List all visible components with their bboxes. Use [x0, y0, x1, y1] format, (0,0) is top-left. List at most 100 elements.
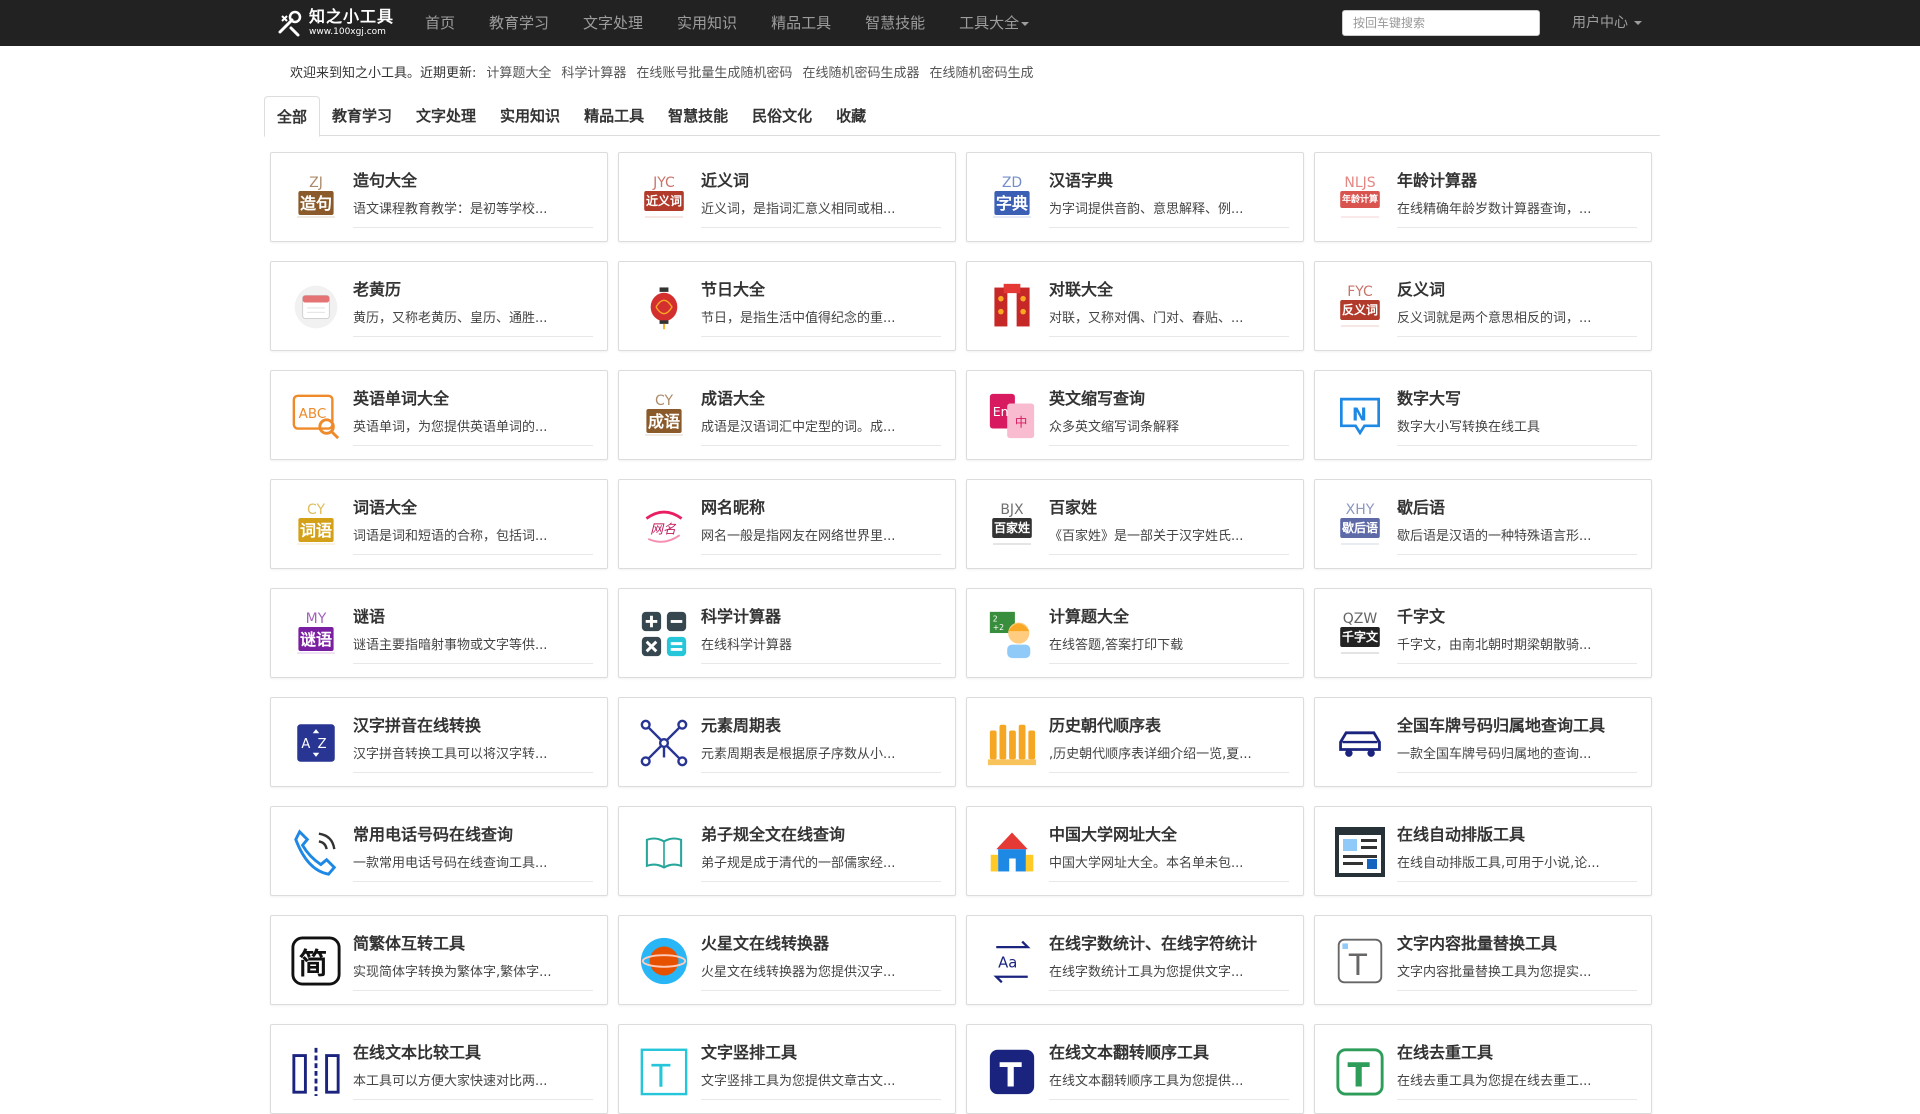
tool-card[interactable]: ABC 英语单词大全 英语单词，为您提供英语单词的... [270, 370, 608, 460]
svg-text:N: N [1352, 405, 1367, 425]
card-divider [701, 990, 941, 991]
tool-card[interactable]: JYC 近义词 近义词 近义词，是指词汇意义相同或相... [618, 152, 956, 242]
nav-item-0[interactable]: 首页 [408, 0, 472, 46]
text-t-icon: T [1333, 934, 1387, 988]
notice-link[interactable]: 在线随机密码生成器 [802, 62, 919, 81]
svg-text:ABC: ABC [299, 406, 327, 422]
tool-card[interactable]: MY 谜语 谜语 谜语主要指暗射事物或文字等供... [270, 588, 608, 678]
tool-title: 在线字数统计、在线字符统计 [1049, 934, 1258, 953]
card-divider [701, 1099, 941, 1100]
tool-card[interactable]: 历史朝代顺序表 ,历史朝代顺序表详细介绍一览,夏... [966, 697, 1304, 787]
tool-card[interactable]: 在线自动排版工具 在线自动排版工具,可用于小说,论... [1314, 806, 1652, 896]
notice-link[interactable]: 在线账号批量生成随机密码 [636, 62, 792, 81]
notice-link[interactable]: 在线随机密码生成 [929, 62, 1033, 81]
abc-search-icon: ABC [289, 389, 343, 443]
tool-card[interactable]: A Z 汉字拼音在线转换 汉字拼音转换工具可以将汉字转... [270, 697, 608, 787]
tool-title: 火星文在线转换器 [701, 934, 830, 953]
tool-card[interactable]: 火星文在线转换器 火星文在线转换器为您提供汉字... [618, 915, 956, 1005]
card-divider [701, 554, 941, 555]
nav-item-3[interactable]: 实用知识 [660, 0, 754, 46]
svg-text:Aa: Aa [998, 954, 1017, 971]
tool-card[interactable]: 在线文本比较工具 本工具可以方便大家快速对比两... [270, 1024, 608, 1114]
tool-card[interactable]: 弟子规全文在线查询 弟子规是成于清代的一部儒家经... [618, 806, 956, 896]
tool-card[interactable]: FYC 反义词 反义词 反义词就是两个意思相反的词，... [1314, 261, 1652, 351]
phone-icon [289, 825, 343, 879]
tool-description: ,历史朝代顺序表详细介绍一览,夏... [1049, 747, 1252, 762]
nav-item-6[interactable]: 工具大全 [942, 0, 1046, 46]
tab-3[interactable]: 实用知识 [488, 96, 572, 136]
notice-link[interactable]: 计算题大全 [486, 62, 551, 81]
tool-card[interactable]: 老黄历 黄历，又称老黄历、皇历、通胜... [270, 261, 608, 351]
tab-7[interactable]: 收藏 [824, 96, 878, 136]
tool-card[interactable]: 科学计算器 在线科学计算器 [618, 588, 956, 678]
card-divider [1397, 990, 1637, 991]
nav-item-1[interactable]: 教育学习 [472, 0, 566, 46]
xiehouyu-icon: XHY 歇后语 [1333, 498, 1387, 552]
tool-card[interactable]: Aa 在线字数统计、在线字符统计 在线字数统计工具为您提供文字... [966, 915, 1304, 1005]
tab-2[interactable]: 文字处理 [404, 96, 488, 136]
tool-card[interactable]: T 在线去重工具 在线去重工具为您提在线去重工... [1314, 1024, 1652, 1114]
svg-text:年龄计算: 年龄计算 [1342, 193, 1378, 205]
card-divider [353, 554, 593, 555]
tool-title: 常用电话号码在线查询 [353, 825, 514, 844]
card-divider [353, 881, 593, 882]
tool-card[interactable]: XHY 歇后语 歇后语 歇后语是汉语的一种特殊语言形... [1314, 479, 1652, 569]
tool-card[interactable]: ZJ 造句 造句大全 语文课程教育教学：是初等学校... [270, 152, 608, 242]
wangming-icon: 网名 [637, 498, 691, 552]
tool-card[interactable]: 元素周期表 元素周期表是根据原子序数从小... [618, 697, 956, 787]
site-logo[interactable]: 知之小工具 www.100xgj.com [274, 6, 394, 40]
card-divider [353, 772, 593, 773]
tool-card[interactable]: 节日大全 节日，是指生活中值得纪念的重... [618, 261, 956, 351]
baijiaxing-icon: BJX 百家姓 [985, 498, 1039, 552]
tool-grid: ZJ 造句 造句大全 语文课程教育教学：是初等学校... JYC 近义词 近义词 近义词，是指… [270, 152, 1652, 1114]
tool-description: 文字内容批量替换工具为您提实... [1397, 965, 1592, 980]
tab-1[interactable]: 教育学习 [320, 96, 404, 136]
timeline-icon [985, 716, 1039, 770]
tool-card[interactable]: ZD 字典 汉语字典 为字词提供音韵、意思解释、例... [966, 152, 1304, 242]
tab-4[interactable]: 精品工具 [572, 96, 656, 136]
tool-card[interactable]: 简 简繁体互转工具 实现简体字转换为繁体字,繁体字... [270, 915, 608, 1005]
search-input[interactable] [1342, 10, 1540, 36]
fanyici-icon: FYC 反义词 [1333, 280, 1387, 334]
tool-description: 弟子规是成于清代的一部儒家经... [701, 856, 896, 871]
tool-description: 网名一般是指网友在网络世界里... [701, 529, 896, 544]
tool-card[interactable]: BJX 百家姓 百家姓 《百家姓》是一部关于汉字姓氏... [966, 479, 1304, 569]
tool-card[interactable]: 网名 网名昵称网名一般是指网友在网络世界里... [618, 479, 956, 569]
tool-card[interactable]: En 中 英文缩写查询 众多英文缩写词条解释 [966, 370, 1304, 460]
tool-title: 元素周期表 [701, 716, 782, 735]
tab-5[interactable]: 智慧技能 [656, 96, 740, 136]
svg-text:+2: +2 [993, 623, 1004, 632]
tool-card[interactable]: CY 词语 词语大全 词语是词和短语的合称，包括词... [270, 479, 608, 569]
svg-text:A: A [301, 737, 310, 752]
tool-title: 网名昵称 [701, 498, 766, 517]
nav-item-5[interactable]: 智慧技能 [848, 0, 942, 46]
tool-card[interactable]: 中国大学网址大全 中国大学网址大全。本名单未包... [966, 806, 1304, 896]
tool-card[interactable]: 常用电话号码在线查询 一款常用电话号码在线查询工具... [270, 806, 608, 896]
tool-description: 对联，又称对偶、门对、春贴、... [1049, 311, 1244, 326]
card-divider [1397, 336, 1637, 337]
jinyici-icon: JYC 近义词 [637, 171, 691, 225]
svg-text:Z: Z [318, 737, 327, 752]
tool-card[interactable]: NLJS 年龄计算 年龄计算器 在线精确年龄岁数计算器查询，... [1314, 152, 1652, 242]
tool-card[interactable]: T 在线文本翻转顺序工具 在线文本翻转顺序工具为您提供... [966, 1024, 1304, 1114]
tool-card[interactable]: N 数字大写 数字大小写转换在线工具 [1314, 370, 1652, 460]
tool-card[interactable]: 全国车牌号码归属地查询工具 一款全国车牌号码归属地的查询... [1314, 697, 1652, 787]
card-divider [701, 336, 941, 337]
tool-card[interactable]: CY 成语 成语大全 成语是汉语词汇中定型的词。成... [618, 370, 956, 460]
user-center-menu[interactable]: 用户中心 [1572, 0, 1643, 46]
tool-description: 在线精确年龄岁数计算器查询，... [1397, 202, 1592, 217]
svg-text:BJX: BJX [1000, 502, 1024, 518]
nav-item-4[interactable]: 精品工具 [754, 0, 848, 46]
tool-card[interactable]: QZW 千字文 千字文 千字文，由南北朝时期梁朝散骑... [1314, 588, 1652, 678]
main-nav: 首页 教育学习 文字处理 实用知识 精品工具 智慧技能 工具大全 [408, 0, 1046, 46]
nav-item-2[interactable]: 文字处理 [566, 0, 660, 46]
card-divider [1397, 1099, 1637, 1100]
notice-link[interactable]: 科学计算器 [561, 62, 626, 81]
nav-item-label: 智慧技能 [865, 14, 926, 32]
tool-card[interactable]: T 文字竖排工具 文字竖排工具为您提供文章古文... [618, 1024, 956, 1114]
tool-card[interactable]: 对联大全 对联，又称对偶、门对、春贴、... [966, 261, 1304, 351]
tab-6[interactable]: 民俗文化 [740, 96, 824, 136]
tab-0[interactable]: 全部 [264, 96, 321, 137]
tool-card[interactable]: T 文字内容批量替换工具 文字内容批量替换工具为您提实... [1314, 915, 1652, 1005]
tool-card[interactable]: 2 +2 计算题大全 在线答题,答案打印下载 [966, 588, 1304, 678]
